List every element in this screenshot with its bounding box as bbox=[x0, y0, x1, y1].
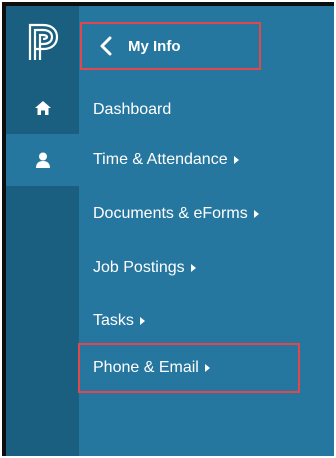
chevron-left-icon[interactable] bbox=[100, 36, 112, 56]
menu-item-label: Dashboard bbox=[93, 101, 172, 118]
powerschool-logo-icon bbox=[28, 23, 58, 60]
header-title: My Info bbox=[128, 37, 181, 55]
home-icon bbox=[34, 101, 51, 115]
caret-right-icon bbox=[253, 210, 259, 218]
nav-my-info[interactable] bbox=[6, 134, 79, 186]
icon-rail bbox=[6, 6, 79, 456]
menu-item-time-attendance[interactable]: Time & Attendance bbox=[93, 148, 239, 172]
nav-home[interactable] bbox=[6, 82, 79, 134]
app-logo[interactable] bbox=[6, 16, 79, 68]
phone-email-highlight bbox=[78, 343, 300, 393]
menu-item-dashboard[interactable]: Dashboard bbox=[93, 98, 171, 122]
caret-right-icon bbox=[139, 317, 145, 325]
menu-item-label: Tasks bbox=[93, 312, 134, 329]
caret-right-icon bbox=[233, 156, 239, 164]
menu-item-job-postings[interactable]: Job Postings bbox=[93, 256, 196, 280]
caret-right-icon bbox=[190, 264, 196, 272]
menu-item-label: Job Postings bbox=[93, 259, 185, 276]
user-icon bbox=[35, 152, 50, 168]
my-info-header[interactable]: My Info bbox=[80, 22, 261, 70]
menu-item-label: Time & Attendance bbox=[93, 151, 228, 168]
menu-item-tasks[interactable]: Tasks bbox=[93, 309, 145, 333]
menu-item-label: Documents & eForms bbox=[93, 205, 248, 222]
menu-item-documents-eforms[interactable]: Documents & eForms bbox=[93, 202, 259, 226]
